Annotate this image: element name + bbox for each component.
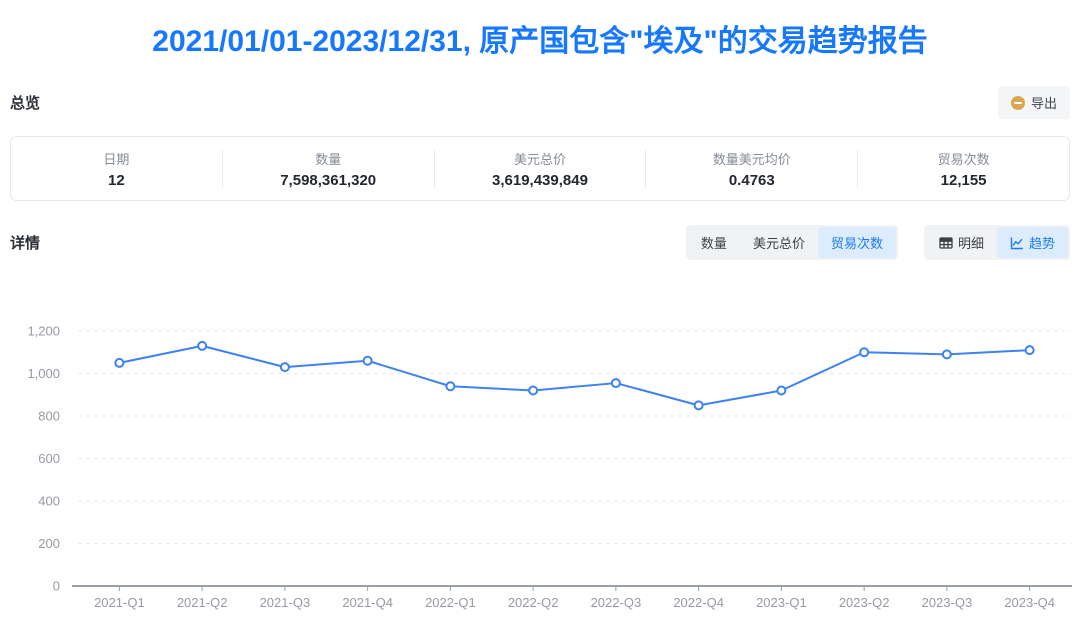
details-header-row: 详情 数量 美元总价 贸易次数 明细 趋势 [10, 225, 1070, 260]
gold-coin-icon [1011, 96, 1025, 110]
chart-data-point[interactable] [1026, 346, 1034, 354]
chart-data-point[interactable] [364, 357, 372, 365]
x-axis-tick-label: 2023-Q1 [756, 595, 807, 610]
table-icon [939, 236, 953, 250]
x-axis-tick-label: 2023-Q3 [922, 595, 973, 610]
details-heading: 详情 [10, 232, 40, 253]
tab-label: 数量 [701, 233, 727, 252]
trend-chart-icon [1010, 236, 1024, 250]
stat-value: 3,619,439,849 [492, 172, 588, 189]
chart-data-point[interactable] [281, 363, 289, 371]
tab-label: 美元总价 [753, 233, 805, 252]
chart-data-point[interactable] [115, 359, 123, 367]
stat-value: 12,155 [941, 172, 987, 189]
chart-data-point[interactable] [198, 342, 206, 350]
view-tab-group: 明细 趋势 [924, 225, 1070, 260]
tab-trend[interactable]: 趋势 [997, 227, 1068, 258]
trend-chart-area: 0 200 400 600 800 1,000 1,200 2021-Q1 2021-Q2 202… [0, 299, 1080, 628]
chart-data-point[interactable] [612, 379, 620, 387]
tab-quantity[interactable]: 数量 [688, 227, 740, 258]
x-axis-tick-label: 2023-Q4 [1004, 595, 1055, 610]
stat-label: 日期 [103, 149, 129, 168]
chart-data-point[interactable] [529, 387, 537, 395]
trade-trend-report-page: 2021/01/01-2023/12/31, 原产国包含"埃及"的交易趋势报告 … [0, 0, 1080, 628]
tab-detail[interactable]: 明细 [926, 227, 997, 258]
x-axis-tick-label: 2022-Q1 [425, 595, 476, 610]
stat-avg-usd-price: 数量美元均价 0.4763 [646, 149, 857, 189]
metric-tab-group: 数量 美元总价 贸易次数 [686, 225, 898, 260]
overview-header-row: 总览 导出 [10, 86, 1070, 119]
tab-trade-count[interactable]: 贸易次数 [818, 227, 896, 258]
tab-label: 明细 [958, 233, 984, 252]
stat-value: 12 [108, 172, 125, 189]
x-axis-tick-label: 2021-Q4 [342, 595, 393, 610]
stat-date: 日期 12 [11, 149, 222, 189]
chart-data-point[interactable] [777, 387, 785, 395]
stat-label: 数量美元均价 [713, 149, 791, 168]
x-axis-tick-label: 2022-Q2 [508, 595, 559, 610]
export-button-label: 导出 [1031, 93, 1057, 112]
stat-label: 贸易次数 [938, 149, 990, 168]
tab-label: 趋势 [1029, 233, 1055, 252]
tab-label: 贸易次数 [831, 233, 883, 252]
chart-data-point[interactable] [860, 348, 868, 356]
overview-stats-card: 日期 12 数量 7,598,361,320 美元总价 3,619,439,849 数量美元… [10, 136, 1070, 201]
stat-label: 数量 [315, 149, 341, 168]
y-axis-tick-label: 400 [38, 494, 60, 509]
y-axis-tick-label: 200 [38, 536, 60, 551]
x-axis-tick-label: 2021-Q3 [260, 595, 311, 610]
stat-quantity: 数量 7,598,361,320 [223, 149, 434, 189]
x-axis-tick-label: 2022-Q4 [673, 595, 724, 610]
chart-data-point[interactable] [695, 401, 703, 409]
y-axis-tick-label: 800 [38, 409, 60, 424]
stat-usd-total: 美元总价 3,619,439,849 [435, 149, 646, 189]
x-axis-tick-label: 2023-Q2 [839, 595, 890, 610]
y-axis-tick-label: 600 [38, 451, 60, 466]
overview-heading: 总览 [10, 92, 40, 113]
page-title: 2021/01/01-2023/12/31, 原产国包含"埃及"的交易趋势报告 [0, 0, 1080, 60]
x-axis-tick-label: 2022-Q3 [591, 595, 642, 610]
chart-data-point[interactable] [446, 382, 454, 390]
y-axis-tick-label: 0 [53, 579, 60, 594]
chart-series-line [119, 346, 1029, 406]
stat-label: 美元总价 [514, 149, 566, 168]
details-controls: 数量 美元总价 贸易次数 明细 趋势 [686, 225, 1070, 260]
trend-line-chart: 0 200 400 600 800 1,000 1,200 2021-Q1 2021-Q2 202… [0, 299, 1080, 628]
stat-value: 0.4763 [729, 172, 775, 189]
chart-data-point[interactable] [943, 350, 951, 358]
stat-value: 7,598,361,320 [280, 172, 376, 189]
stat-trade-count: 贸易次数 12,155 [858, 149, 1069, 189]
tab-usd-total[interactable]: 美元总价 [740, 227, 818, 258]
export-button[interactable]: 导出 [998, 86, 1070, 119]
y-axis-tick-label: 1,000 [27, 366, 60, 381]
x-axis-tick-label: 2021-Q2 [177, 595, 228, 610]
y-axis-tick-label: 1,200 [27, 324, 60, 339]
x-axis-tick-label: 2021-Q1 [94, 595, 145, 610]
